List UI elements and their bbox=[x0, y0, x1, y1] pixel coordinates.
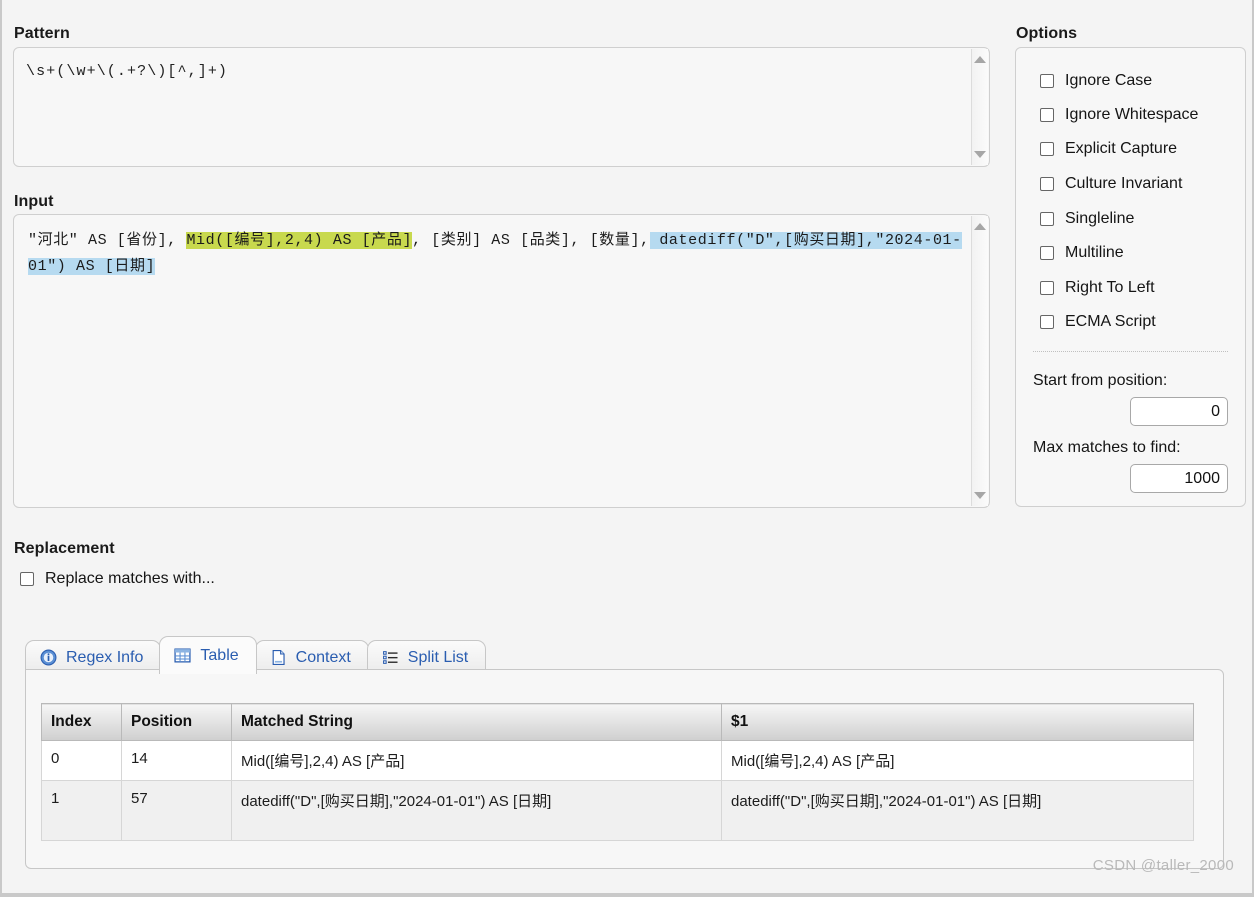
table-grid-icon bbox=[174, 648, 191, 663]
replace-matches-label: Replace matches with... bbox=[45, 570, 215, 587]
option-right-to-left[interactable]: Right To Left bbox=[1040, 279, 1155, 297]
option-multiline[interactable]: Multiline bbox=[1040, 244, 1124, 262]
option-label: Right To Left bbox=[1065, 279, 1155, 296]
checkbox-multiline[interactable] bbox=[1040, 246, 1054, 260]
input-scrollbar[interactable] bbox=[971, 216, 988, 506]
checkbox-ignore-case[interactable] bbox=[1040, 74, 1054, 88]
replace-matches-option[interactable]: Replace matches with... bbox=[20, 570, 215, 588]
scroll-up-arrow-icon[interactable] bbox=[974, 56, 986, 63]
input-segment bbox=[649, 232, 660, 249]
option-label: ECMA Script bbox=[1065, 313, 1156, 330]
checkbox-explicit-capture[interactable] bbox=[1040, 142, 1054, 156]
cell-position: 14 bbox=[121, 740, 232, 781]
table-header-row: Index Position Matched String $1 bbox=[41, 703, 1194, 741]
option-label: Singleline bbox=[1065, 210, 1135, 227]
column-header-index[interactable]: Index bbox=[41, 703, 122, 741]
scroll-down-arrow-icon[interactable] bbox=[974, 151, 986, 158]
options-section-label: Options bbox=[1016, 25, 1078, 42]
pattern-value: \s+(\w+\(.+?\)[^,]+) bbox=[26, 63, 229, 80]
replacement-section-label: Replacement bbox=[14, 540, 115, 557]
pattern-scrollbar[interactable] bbox=[971, 49, 988, 165]
tab-label: Context bbox=[295, 648, 351, 666]
pattern-section-label: Pattern bbox=[14, 25, 70, 42]
column-header-matched-string[interactable]: Matched String bbox=[231, 703, 722, 741]
option-label: Explicit Capture bbox=[1065, 140, 1178, 157]
column-header-position[interactable]: Position bbox=[121, 703, 232, 741]
input-segment bbox=[177, 232, 187, 249]
input-textarea[interactable]: "河北" AS [省份], Mid([编号],2,4) AS [产品], [类别… bbox=[13, 214, 990, 508]
pattern-scrollbar-track[interactable] bbox=[972, 49, 988, 165]
column-header-group1[interactable]: $1 bbox=[721, 703, 1194, 741]
tab-label: Table bbox=[200, 646, 239, 664]
option-ignore-whitespace[interactable]: Ignore Whitespace bbox=[1040, 106, 1198, 124]
input-segment: "河北" AS [省份], bbox=[28, 232, 177, 249]
tab-table[interactable]: Table bbox=[159, 636, 257, 674]
cell-group1: Mid([编号],2,4) AS [产品] bbox=[721, 740, 1194, 781]
list-icon bbox=[382, 651, 398, 664]
option-label: Ignore Case bbox=[1065, 72, 1153, 89]
document-icon bbox=[272, 650, 285, 665]
input-segment: , [类别] AS [品类], [数量], bbox=[412, 232, 650, 249]
option-label: Ignore Whitespace bbox=[1065, 106, 1199, 123]
checkbox-right-to-left[interactable] bbox=[1040, 281, 1054, 295]
regex-tester-window: Pattern \s+(\w+\(.+?\)[^,]+) Input "河北" … bbox=[0, 0, 1254, 897]
cell-position: 57 bbox=[121, 780, 232, 841]
matches-table: Index Position Matched String $1 0 14 Mi… bbox=[41, 703, 1194, 841]
input-scrollbar-track[interactable] bbox=[972, 216, 988, 506]
results-panel: Index Position Matched String $1 0 14 Mi… bbox=[25, 669, 1224, 869]
table-row[interactable]: 0 14 Mid([编号],2,4) AS [产品] Mid([编号],2,4)… bbox=[41, 740, 1194, 781]
input-section-label: Input bbox=[14, 193, 54, 210]
option-ecma-script[interactable]: ECMA Script bbox=[1040, 313, 1156, 331]
input-value: "河北" AS [省份], Mid([编号],2,4) AS [产品], [类别… bbox=[28, 228, 968, 280]
options-panel: Ignore Case Ignore Whitespace Explicit C… bbox=[1015, 47, 1246, 507]
cell-index: 1 bbox=[41, 780, 122, 841]
scroll-down-arrow-icon[interactable] bbox=[974, 492, 986, 499]
start-position-label: Start from position: bbox=[1033, 372, 1168, 389]
tab-label: Split List bbox=[407, 648, 469, 666]
cell-index: 0 bbox=[41, 740, 122, 781]
option-ignore-case[interactable]: Ignore Case bbox=[1040, 72, 1152, 90]
checkbox-singleline[interactable] bbox=[1040, 212, 1054, 226]
checkbox-ecma-script[interactable] bbox=[1040, 315, 1054, 329]
table-row[interactable]: 1 57 datediff("D",[购买日期],"2024-01-01") A… bbox=[41, 780, 1194, 841]
option-singleline[interactable]: Singleline bbox=[1040, 210, 1134, 228]
option-label: Culture Invariant bbox=[1065, 175, 1183, 192]
option-label: Multiline bbox=[1065, 244, 1124, 261]
checkbox-replace-matches[interactable] bbox=[20, 572, 34, 586]
cell-matched-string: datediff("D",[购买日期],"2024-01-01") AS [日期… bbox=[231, 780, 722, 841]
cell-matched-string: Mid([编号],2,4) AS [产品] bbox=[231, 740, 722, 781]
max-matches-label: Max matches to find: bbox=[1033, 439, 1181, 456]
watermark: CSDN @taller_2000 bbox=[1092, 857, 1234, 874]
pattern-textarea[interactable]: \s+(\w+\(.+?\)[^,]+) bbox=[13, 47, 990, 167]
max-matches-input[interactable]: 1000 bbox=[1130, 464, 1228, 493]
input-segment: Mid([编号],2,4) AS [产品] bbox=[186, 232, 413, 249]
checkbox-ignore-whitespace[interactable] bbox=[1040, 108, 1054, 122]
info-icon bbox=[40, 649, 57, 666]
checkbox-culture-invariant[interactable] bbox=[1040, 177, 1054, 191]
options-divider bbox=[1033, 351, 1228, 352]
tab-label: Regex Info bbox=[66, 648, 144, 666]
scroll-up-arrow-icon[interactable] bbox=[974, 223, 986, 230]
option-explicit-capture[interactable]: Explicit Capture bbox=[1040, 140, 1177, 158]
cell-group1: datediff("D",[购买日期],"2024-01-01") AS [日期… bbox=[721, 780, 1194, 841]
option-culture-invariant[interactable]: Culture Invariant bbox=[1040, 175, 1182, 193]
start-position-input[interactable]: 0 bbox=[1130, 397, 1228, 426]
